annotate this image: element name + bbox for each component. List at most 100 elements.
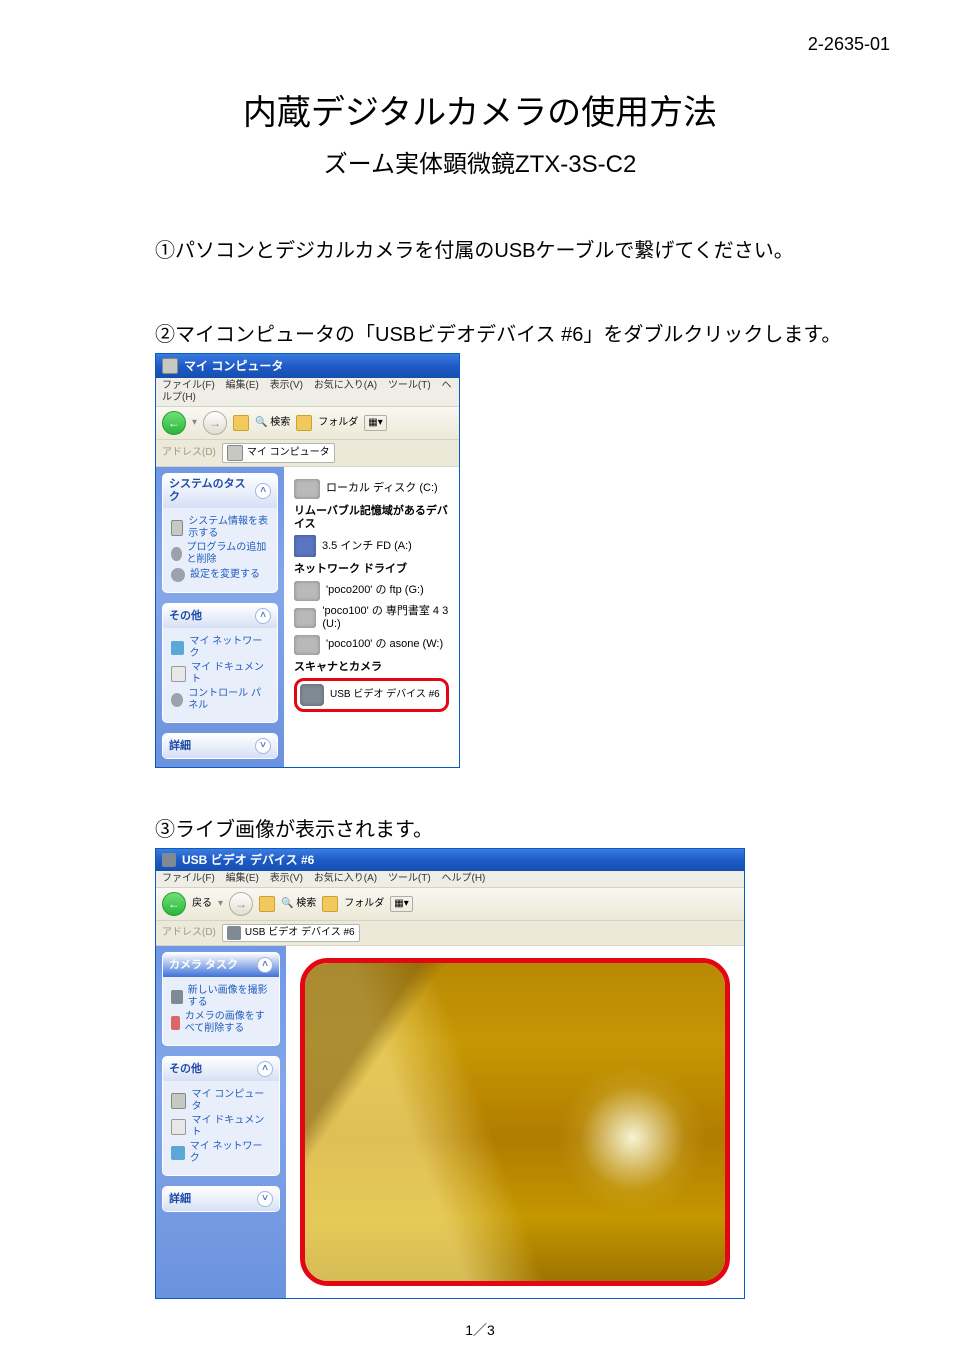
netdrive-label: 'poco100' の 専門書室 4 3 (U:) bbox=[322, 605, 449, 631]
folders-label[interactable]: フォルダ bbox=[318, 417, 358, 429]
window-titlebar: USB ビデオ デバイス #6 bbox=[156, 849, 744, 871]
forward-button[interactable]: → bbox=[229, 892, 253, 916]
task-item[interactable]: システム情報を表示する bbox=[171, 516, 269, 540]
section-netdrive: ネットワーク ドライブ bbox=[294, 563, 449, 576]
folders-label[interactable]: フォルダ bbox=[344, 898, 384, 910]
forward-button[interactable]: → bbox=[203, 411, 227, 435]
address-value: USB ビデオ デバイス #6 bbox=[245, 927, 355, 939]
views-button[interactable]: ▦▾ bbox=[390, 896, 412, 912]
toolbar: ← ▾ → 🔍 検索 フォルダ ▦▾ bbox=[156, 407, 459, 440]
section-removable: リムーバブル記憶域があるデバイス bbox=[294, 505, 449, 531]
menubar: ファイル(F) 編集(E) 表示(V) お気に入り(A) ツール(T) ヘルプ(… bbox=[156, 871, 744, 888]
title-main: 内蔵デジタルカメラの使用方法 bbox=[60, 85, 900, 134]
network-icon bbox=[171, 641, 184, 655]
settings-icon bbox=[171, 568, 185, 582]
task-item[interactable]: カメラの画像をすべて削除する bbox=[171, 1011, 271, 1035]
netdrive-item[interactable]: 'poco200' の ftp (G:) bbox=[294, 581, 449, 601]
menu-view[interactable]: 表示(V) bbox=[270, 873, 303, 884]
task-item[interactable]: コントロール パネル bbox=[171, 688, 269, 712]
delete-icon bbox=[171, 1016, 180, 1030]
task-item[interactable]: 新しい画像を撮影する bbox=[171, 985, 271, 1009]
tasks-other-header: その他 bbox=[169, 610, 202, 623]
up-icon[interactable] bbox=[233, 415, 249, 431]
address-value: マイ コンピュータ bbox=[247, 447, 330, 459]
drive-icon bbox=[294, 581, 320, 601]
folders-icon[interactable] bbox=[296, 415, 312, 431]
floppy-item[interactable]: 3.5 インチ FD (A:) bbox=[294, 535, 449, 557]
page-number: 1／3 bbox=[0, 1320, 960, 1340]
menu-file[interactable]: ファイル(F) bbox=[162, 873, 215, 884]
collapse-icon[interactable]: ˄ bbox=[257, 1061, 273, 1077]
computer-icon bbox=[171, 1093, 186, 1109]
drive-item[interactable]: ローカル ディスク (C:) bbox=[294, 479, 449, 499]
task-item[interactable]: マイ ドキュメント bbox=[171, 1115, 271, 1139]
camera-icon bbox=[162, 853, 176, 867]
tasks-details: 詳細 ˅ bbox=[162, 733, 278, 759]
window-title: マイ コンピュータ bbox=[184, 359, 283, 373]
menu-fav[interactable]: お気に入り(A) bbox=[314, 380, 377, 391]
collapse-icon[interactable]: ˄ bbox=[255, 608, 271, 624]
tasks-details: 詳細 ˅ bbox=[162, 1186, 280, 1212]
task-item[interactable]: 設定を変更する bbox=[171, 568, 269, 582]
drive-icon bbox=[294, 479, 320, 499]
screenshot-1: マイ コンピュータ ファイル(F) 編集(E) 表示(V) お気に入り(A) ツ… bbox=[155, 353, 900, 768]
computer-icon bbox=[162, 358, 178, 374]
section-scanner: スキャナとカメラ bbox=[294, 661, 449, 674]
usb-video-item[interactable]: USB ビデオ デバイス #6 bbox=[330, 689, 440, 701]
task-item[interactable]: プログラムの追加と削除 bbox=[171, 542, 269, 566]
live-preview-highlight bbox=[300, 958, 730, 1286]
address-label: アドレス(D) bbox=[162, 447, 216, 459]
folders-icon[interactable] bbox=[322, 896, 338, 912]
menu-edit[interactable]: 編集(E) bbox=[226, 380, 259, 391]
window-body: カメラ タスク ˄ 新しい画像を撮影する カメラの画像をすべて削除する その他 … bbox=[156, 946, 744, 1298]
collapse-icon[interactable]: ˄ bbox=[257, 957, 273, 973]
address-bar: アドレス(D) マイ コンピュータ bbox=[156, 440, 459, 467]
drive-icon bbox=[294, 608, 316, 628]
tasks-details-header: 詳細 bbox=[169, 1193, 191, 1206]
back-button[interactable]: ← bbox=[162, 411, 186, 435]
usb-video-highlight: USB ビデオ デバイス #6 bbox=[294, 678, 449, 712]
camera-icon bbox=[227, 926, 241, 940]
title-sub: ズーム実体顕微鏡ZTX-3S-C2 bbox=[60, 144, 900, 179]
window-titlebar: マイ コンピュータ bbox=[156, 354, 459, 378]
title-block: 内蔵デジタルカメラの使用方法 ズーム実体顕微鏡ZTX-3S-C2 bbox=[60, 85, 900, 179]
computer-icon bbox=[227, 445, 243, 461]
collapse-icon[interactable]: ˄ bbox=[255, 483, 271, 499]
task-item[interactable]: マイ ネットワーク bbox=[171, 1141, 271, 1165]
content-pane: ローカル ディスク (C:) リムーバブル記憶域があるデバイス 3.5 インチ … bbox=[284, 467, 459, 767]
netdrive-item[interactable]: 'poco100' の asone (W:) bbox=[294, 635, 449, 655]
back-button[interactable]: ← bbox=[162, 892, 186, 916]
drive-icon bbox=[294, 635, 320, 655]
views-button[interactable]: ▦▾ bbox=[364, 415, 386, 431]
step-2-text: ②マイコンピュータの「USBビデオデバイス #6」をダブルクリックします。 bbox=[155, 318, 900, 347]
menu-file[interactable]: ファイル(F) bbox=[162, 380, 215, 391]
expand-icon[interactable]: ˅ bbox=[257, 1191, 273, 1207]
content-pane bbox=[286, 946, 744, 1298]
search-label[interactable]: 🔍 検索 bbox=[281, 898, 316, 910]
add-remove-icon bbox=[171, 547, 182, 561]
menu-tools[interactable]: ツール(T) bbox=[388, 873, 431, 884]
search-label[interactable]: 🔍 検索 bbox=[255, 417, 290, 429]
menu-help[interactable]: ヘルプ(H) bbox=[442, 873, 486, 884]
address-box[interactable]: マイ コンピュータ bbox=[222, 443, 335, 463]
address-box[interactable]: USB ビデオ デバイス #6 bbox=[222, 924, 360, 942]
menu-fav[interactable]: お気に入り(A) bbox=[314, 873, 377, 884]
task-item[interactable]: マイ ドキュメント bbox=[171, 662, 269, 686]
address-label: アドレス(D) bbox=[162, 927, 216, 939]
expand-icon[interactable]: ˅ bbox=[255, 738, 271, 754]
tasks-details-header: 詳細 bbox=[169, 740, 191, 753]
info-icon bbox=[171, 520, 183, 536]
tasks-system-header: システムのタスク bbox=[169, 478, 255, 504]
documents-icon bbox=[171, 1119, 186, 1135]
address-bar: アドレス(D) USB ビデオ デバイス #6 bbox=[156, 921, 744, 946]
menu-tools[interactable]: ツール(T) bbox=[388, 380, 431, 391]
menu-edit[interactable]: 編集(E) bbox=[226, 873, 259, 884]
netdrive-item[interactable]: 'poco100' の 専門書室 4 3 (U:) bbox=[294, 605, 449, 631]
up-icon[interactable] bbox=[259, 896, 275, 912]
camera-icon bbox=[300, 684, 324, 706]
task-item[interactable]: マイ コンピュータ bbox=[171, 1089, 271, 1113]
window-title: USB ビデオ デバイス #6 bbox=[182, 853, 314, 867]
live-preview-image bbox=[305, 963, 725, 1281]
task-item[interactable]: マイ ネットワーク bbox=[171, 636, 269, 660]
menu-view[interactable]: 表示(V) bbox=[270, 380, 303, 391]
